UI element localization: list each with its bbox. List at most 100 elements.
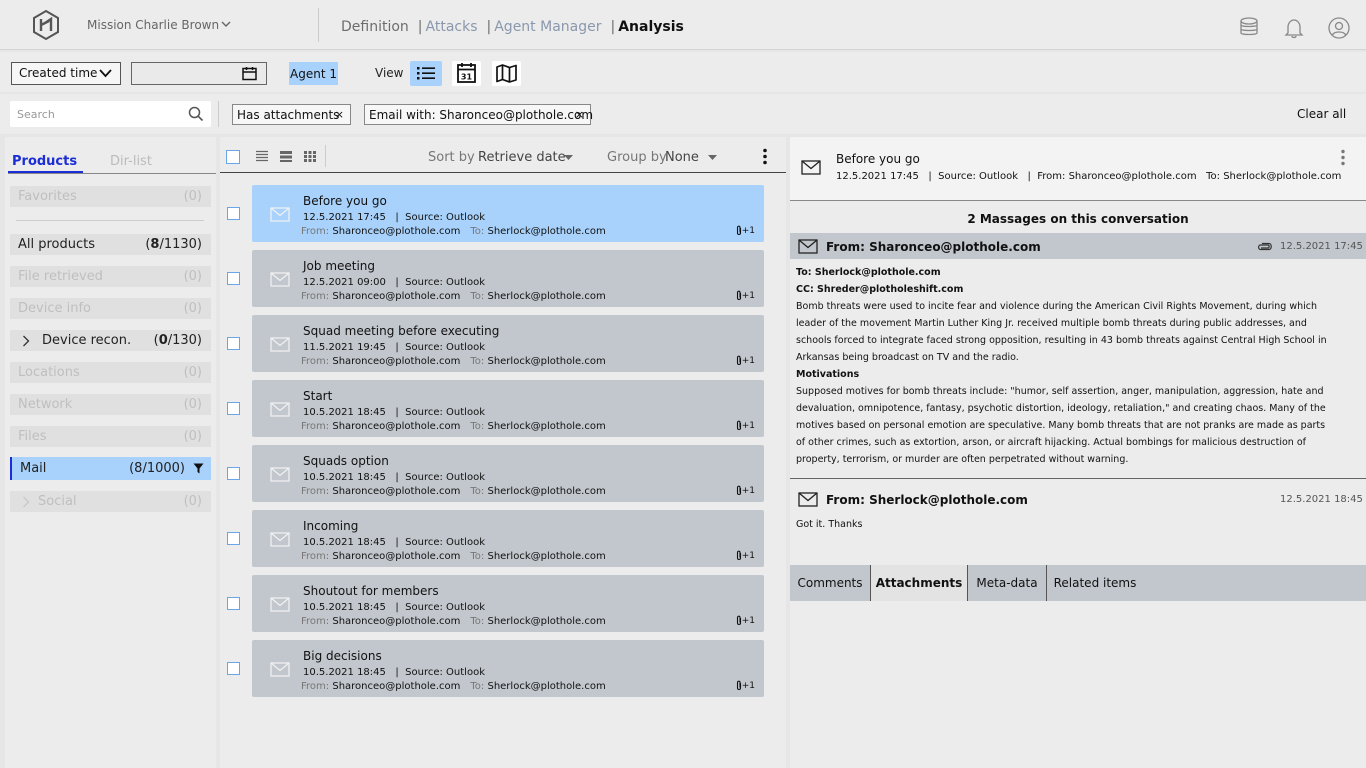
chevron-right-icon[interactable] [22,496,30,508]
grid-view-icon[interactable] [303,150,317,163]
detail-title: Before you go [836,152,920,166]
nav-tab-attacks[interactable]: Attacks [426,19,478,35]
product-item-device-recon[interactable]: Device recon. (0/130) [10,330,211,351]
compact-density-icon[interactable] [255,150,269,163]
product-count: (0) [183,189,202,204]
count-rest: /130) [167,333,202,348]
nav-tab-definition[interactable]: Definition [341,19,409,35]
sort-by-select[interactable]: Retrieve date [478,150,566,165]
email-list-item[interactable]: Squads option 10.5.2021 18:45 | Source: O… [252,445,764,502]
date-input[interactable] [131,62,267,85]
email-title: Shoutout for members [303,584,439,598]
user-icon[interactable] [1328,17,1350,39]
map-view-button[interactable] [492,61,521,86]
select-all-checkbox[interactable] [226,150,240,164]
meta-separator: | [385,342,406,353]
nav-tab-agent-manager[interactable]: Agent Manager [494,19,601,35]
bell-icon[interactable] [1284,17,1304,39]
to-key: To: [470,421,485,432]
filter-chip-email[interactable]: Email with: Sharonceo@plothole.com × [364,104,593,125]
attachment-indicator[interactable]: +1 [736,680,755,691]
attachment-indicator[interactable]: +1 [736,420,755,431]
tab-related-items[interactable]: Related items [1047,565,1143,601]
caret-down-icon[interactable] [708,155,717,160]
email-list-item[interactable]: Before you go 12.5.2021 17:45 | Source: O… [252,185,764,242]
email-from: Sharonceo@plothole.com [332,551,461,562]
envelope-icon [798,239,818,254]
email-list-item[interactable]: Incoming 10.5.2021 18:45 | Source: Outloo… [252,510,764,567]
clear-all-button[interactable]: Clear all [1297,107,1346,121]
envelope-icon [270,402,290,417]
logo-icon[interactable] [30,9,62,41]
database-icon[interactable] [1239,17,1259,37]
close-icon[interactable]: × [575,108,584,121]
tab-comments[interactable]: Comments [790,565,871,601]
row-checkbox[interactable] [227,597,240,610]
chevron-right-icon[interactable] [22,335,30,347]
attachment-indicator[interactable]: +1 [736,355,755,366]
tab-products[interactable]: Products [12,154,77,169]
email-list-item[interactable]: Job meeting 12.5.2021 09:00 | Source: Out… [252,250,764,307]
close-icon[interactable]: × [335,108,344,121]
chevron-down-icon[interactable] [221,20,231,28]
product-item-file-retrieved[interactable]: File retrieved (0) [10,266,211,287]
email-date: 11.5.2021 19:45 [303,342,386,353]
default-density-icon[interactable] [279,150,293,163]
group-by-select[interactable]: None [665,150,699,165]
from-key: From: [301,551,330,562]
filter-chip-attachments[interactable]: Has attachments × [232,104,351,125]
attachment-count: +1 [741,615,755,626]
filter-icon[interactable] [193,463,204,474]
more-options-icon[interactable] [1341,149,1345,166]
product-item-favorites[interactable]: Favorites (0) [10,186,211,207]
email-list-item[interactable]: Big decisions 10.5.2021 18:45 | Source: O… [252,640,764,697]
list-view-button[interactable] [410,61,442,86]
mission-selector[interactable]: Mission Charlie Brown [87,18,219,32]
tab-meta-data[interactable]: Meta-data [968,565,1047,601]
email-from: Sharonceo@plothole.com [332,226,461,237]
row-checkbox[interactable] [227,207,240,220]
attachment-indicator[interactable]: +1 [736,485,755,496]
attachment-indicator[interactable]: +1 [736,225,755,236]
attachment-indicator[interactable]: +1 [736,290,755,301]
attachment-count: +1 [741,550,755,561]
list-header-divider [220,172,786,173]
attachment-indicator[interactable]: +1 [736,550,755,561]
calendar-view-button[interactable]: 31 [452,61,481,86]
email-to: Sherlock@plothole.com [487,681,606,692]
product-item-social[interactable]: Social (0) [10,491,211,512]
row-checkbox[interactable] [227,402,240,415]
row-checkbox[interactable] [227,662,240,675]
product-item-locations[interactable]: Locations (0) [10,362,211,383]
product-count: (0) [183,429,202,444]
calendar-icon[interactable] [242,66,257,81]
row-checkbox[interactable] [227,272,240,285]
attachment-indicator[interactable]: +1 [736,615,755,626]
caret-down-icon[interactable] [564,155,573,160]
email-to: Sherlock@plothole.com [487,421,606,432]
product-item-device-info[interactable]: Device info (0) [10,298,211,319]
product-item-mail[interactable]: Mail (8/1000) [10,457,211,480]
product-item-all-products[interactable]: All products (8/1130) [10,234,211,255]
product-item-network[interactable]: Network (0) [10,394,211,415]
paperclip-icon[interactable] [1257,242,1272,251]
search-icon[interactable] [188,106,204,122]
email-to: Sherlock@plothole.com [487,356,606,367]
email-list-item[interactable]: Shoutout for members 10.5.2021 18:45 | So… [252,575,764,632]
search-placeholder: Search [17,108,55,121]
email-title: Start [303,389,333,403]
more-options-icon[interactable] [763,148,767,165]
row-checkbox[interactable] [227,467,240,480]
email-list-item[interactable]: Squad meeting before executing 11.5.2021 … [252,315,764,372]
tab-attachments[interactable]: Attachments [871,565,968,601]
sort-field-select[interactable]: Created time [11,62,121,85]
search-input[interactable]: Search [10,101,211,127]
nav-tab-analysis[interactable]: Analysis [618,19,684,35]
attachment-count: +1 [741,680,755,691]
product-item-files[interactable]: Files (0) [10,426,211,447]
tab-dir-list[interactable]: Dir-list [110,154,152,169]
email-list-item[interactable]: Start 10.5.2021 18:45 | Source: Outlook Fr… [252,380,764,437]
row-checkbox[interactable] [227,532,240,545]
row-checkbox[interactable] [227,337,240,350]
agent-chip[interactable]: Agent 1 [289,62,338,85]
